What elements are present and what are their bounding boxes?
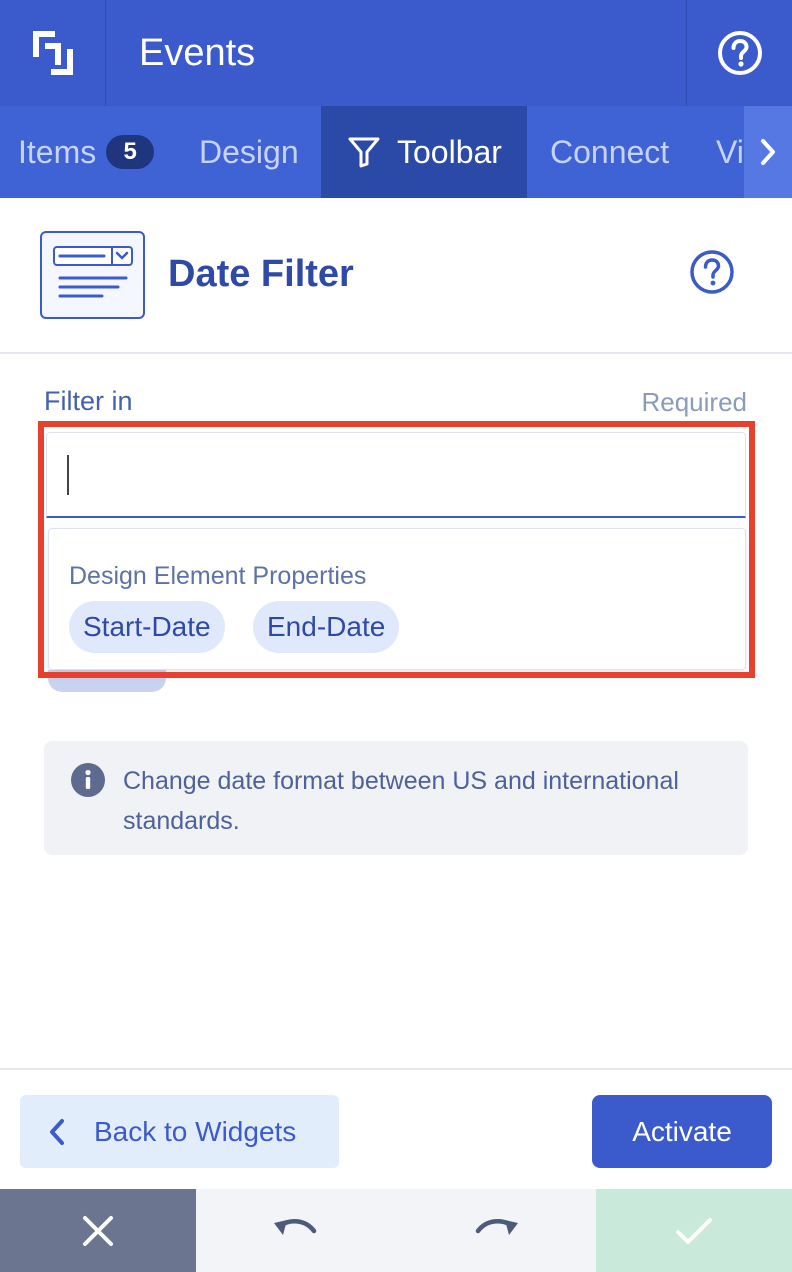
date-filter-widget-icon	[40, 231, 145, 319]
back-button-label: Back to Widgets	[94, 1115, 297, 1147]
dropdown-group-title: Design Element Properties	[69, 562, 367, 590]
date-format-toggle[interactable]	[48, 670, 166, 692]
filter-in-input[interactable]	[46, 432, 746, 518]
tab-bar: Items 5 Design Toolbar Connect Vi	[0, 106, 792, 198]
tab-label: Design	[199, 133, 299, 170]
tab-label: Connect	[550, 133, 670, 170]
widget-help-button[interactable]	[689, 249, 735, 300]
footer-divider	[0, 1068, 792, 1070]
info-box: Change date format between US and intern…	[44, 741, 748, 855]
tab-connect[interactable]: Connect	[550, 106, 669, 198]
filter-in-label: Filter in	[44, 386, 133, 416]
app-title: Events	[139, 31, 256, 74]
cancel-button[interactable]	[0, 1189, 196, 1272]
activate-button-label: Activate	[632, 1115, 732, 1147]
help-icon	[690, 250, 734, 294]
tab-items[interactable]: Items 5	[18, 106, 155, 198]
tab-design[interactable]: Design	[199, 106, 299, 198]
undo-icon	[274, 1218, 317, 1235]
checkmark-icon	[676, 1217, 712, 1244]
bottom-action-bar	[0, 1189, 792, 1272]
tab-label: Toolbar	[397, 133, 502, 170]
filter-icon	[348, 137, 380, 168]
chevron-left-icon	[50, 1118, 64, 1145]
info-text: Change date format between US and intern…	[123, 767, 679, 835]
info-icon	[71, 763, 105, 797]
filter-suggestions-dropdown: Design Element Properties Start-Date End…	[48, 528, 746, 670]
option-end-date[interactable]: End-Date	[253, 601, 400, 653]
required-indicator: Required	[641, 387, 747, 417]
items-count-badge: 5	[106, 135, 155, 169]
tab-view[interactable]: Vi	[716, 106, 744, 198]
close-icon	[83, 1215, 113, 1246]
header-help-button[interactable]	[686, 0, 792, 106]
tab-label: Vi	[716, 133, 744, 170]
widget-title: Date Filter	[168, 253, 354, 295]
activate-button[interactable]: Activate	[592, 1095, 772, 1168]
text-caret	[67, 455, 69, 495]
redo-icon	[475, 1218, 518, 1235]
back-to-widgets-button[interactable]: Back to Widgets	[20, 1095, 339, 1168]
tab-label: Items	[18, 133, 97, 170]
widget-header: Date Filter	[0, 198, 792, 354]
option-start-date[interactable]: Start-Date	[69, 601, 225, 653]
app-logo-icon[interactable]	[0, 0, 106, 106]
confirm-button[interactable]	[596, 1189, 792, 1272]
tab-toolbar[interactable]: Toolbar	[321, 106, 527, 198]
redo-button[interactable]	[396, 1189, 596, 1272]
app-header: Events	[0, 0, 792, 106]
tabs-scroll-right-button[interactable]	[744, 106, 792, 198]
help-icon	[717, 31, 762, 75]
chevron-right-icon	[761, 139, 775, 165]
undo-button[interactable]	[196, 1189, 396, 1272]
